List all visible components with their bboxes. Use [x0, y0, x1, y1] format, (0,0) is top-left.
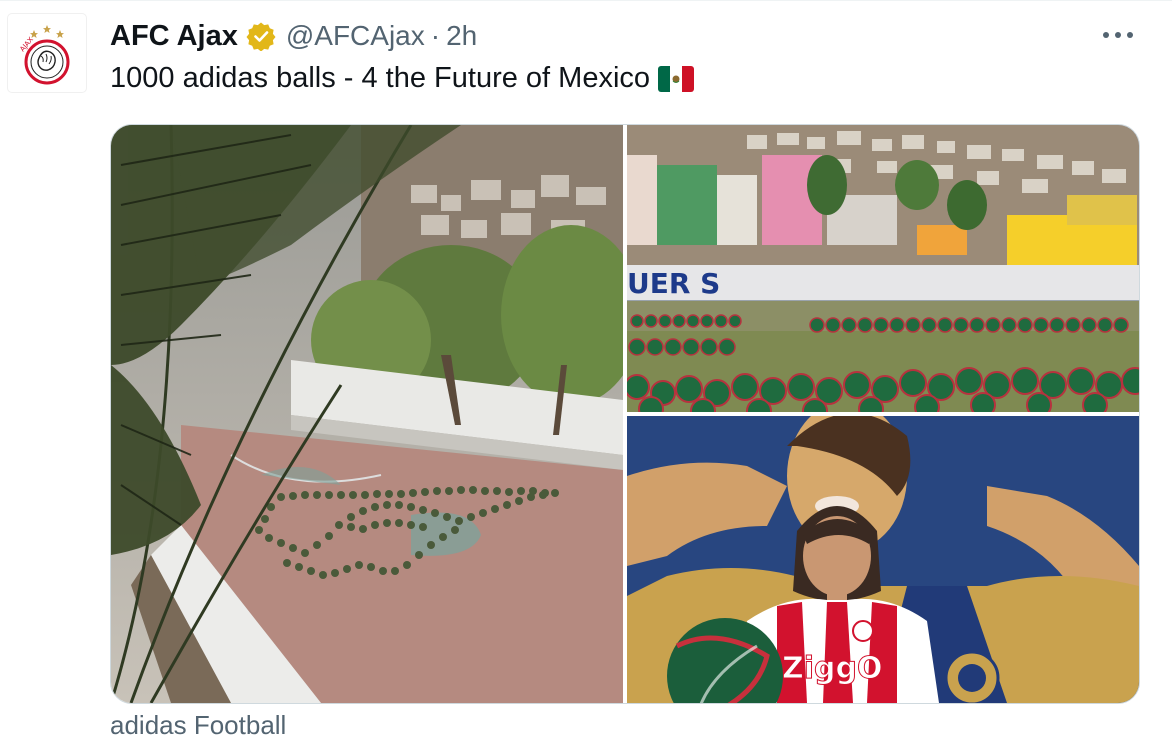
media-grid: UER S ZiggO — [110, 124, 1140, 704]
photo-court-balls[interactable] — [111, 125, 623, 703]
header-separator: · — [430, 20, 441, 51]
top-divider — [0, 0, 1172, 1]
photo-field-balls[interactable]: UER S — [627, 125, 1139, 412]
author-name[interactable]: AFC Ajax — [110, 20, 238, 53]
tweet-timestamp[interactable]: 2h — [446, 20, 477, 52]
tweet-body: 1000 adidas balls - 4 the Future of Mexi… — [110, 62, 651, 94]
mexico-flag-icon — [658, 66, 695, 92]
author-handle[interactable]: @AFCAjax — [286, 20, 425, 52]
author-avatar[interactable]: AJAX — [8, 14, 86, 92]
shirt-sponsor: ZiggO — [782, 651, 883, 686]
tweet-text: 1000 adidas balls - 4 the Future of Mexi… — [110, 62, 695, 95]
more-options-icon — [1103, 32, 1133, 38]
media-source-attribution[interactable]: adidas Football — [110, 710, 286, 741]
wall-lettering: UER S — [627, 267, 720, 300]
tweet-header: AFC Ajax @AFCAjax · 2h — [110, 18, 477, 54]
verified-badge-icon[interactable] — [246, 21, 276, 52]
ajax-logo-icon: AJAX — [18, 25, 70, 85]
more-options-button[interactable] — [1098, 20, 1138, 50]
photo-girl-mural[interactable]: ZiggO — [627, 416, 1139, 703]
